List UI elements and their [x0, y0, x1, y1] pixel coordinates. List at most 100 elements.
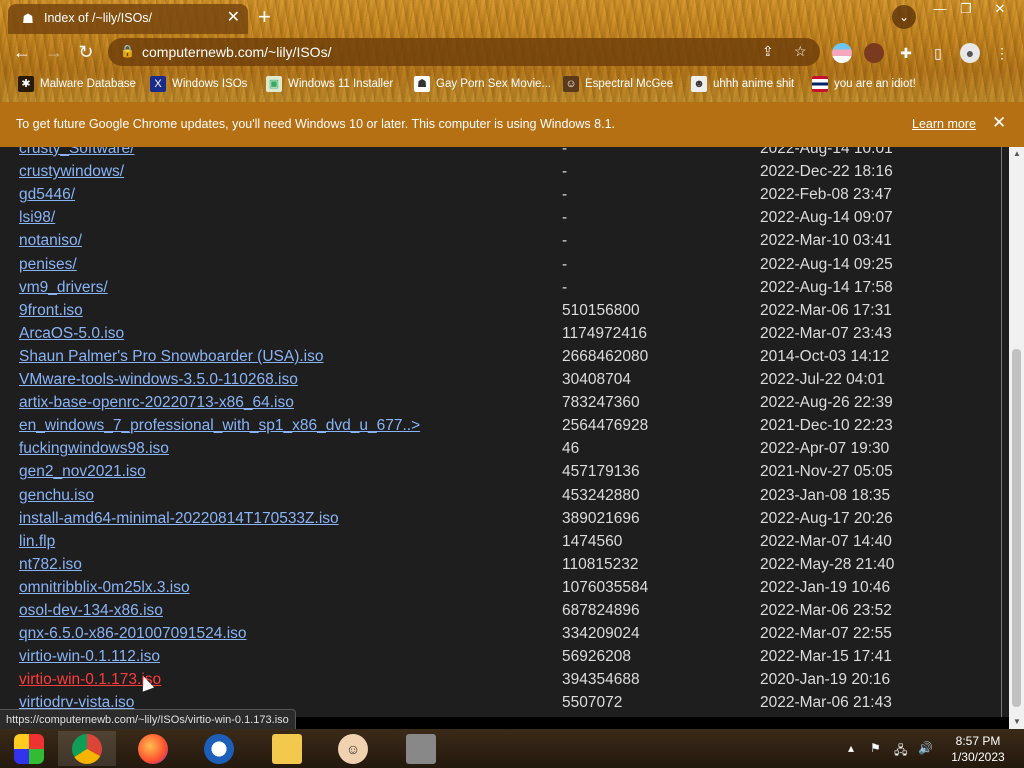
site-icon: ☗: [414, 76, 430, 92]
file-size: 457179136: [562, 463, 640, 481]
bookmark-label: you are an idiot!: [834, 78, 916, 91]
file-size: 2564476928: [562, 417, 649, 435]
share-icon[interactable]: ⇪: [762, 43, 774, 60]
file-link[interactable]: lin.flp: [19, 533, 55, 551]
learn-more-link[interactable]: Learn more: [912, 117, 976, 131]
taskbar-person-app[interactable]: ☺: [324, 731, 382, 766]
flag-icon: [812, 76, 828, 92]
file-link[interactable]: en_windows_7_professional_with_sp1_x86_d…: [19, 417, 420, 435]
directory-listing: crusty_Software/-2022-Aug-14 10:01 crusty…: [0, 147, 1009, 717]
bookmark-label: Windows ISOs: [172, 78, 248, 91]
table-row: notaniso/ - 2022-Mar-10 03:41: [0, 232, 1000, 255]
file-date: 2022-Aug-26 22:39: [760, 394, 893, 412]
side-panel-icon[interactable]: ▯: [928, 43, 948, 63]
lock-icon[interactable]: 🔒: [120, 44, 135, 58]
file-link[interactable]: gd5446/: [19, 186, 75, 204]
bookmark-windows-11-installer[interactable]: ▣ Windows 11 Installer: [266, 76, 393, 92]
active-tab[interactable]: ☗ Index of /~lily/ISOs/ ✕: [8, 4, 248, 34]
restore-button[interactable]: ❐: [951, 0, 981, 18]
vertical-scrollbar[interactable]: ▲ ▼: [1009, 147, 1024, 731]
bookmark-espectral-mcgee[interactable]: ☺ Espectral McGee: [563, 76, 673, 92]
file-link[interactable]: nt782.iso: [19, 556, 82, 574]
bookmark-star-icon[interactable]: ☆: [794, 43, 807, 60]
extensions-puzzle-icon[interactable]: ✚: [896, 43, 916, 63]
file-link[interactable]: qnx-6.5.0-x86-201007091524.iso: [19, 625, 247, 643]
file-link[interactable]: artix-base-openrc-20220713-x86_64.iso: [19, 394, 294, 412]
bookmark-malware-database[interactable]: ✱ Malware Database: [18, 76, 136, 92]
bookmark-anime[interactable]: ☻ uhhh anime shit: [691, 76, 794, 92]
file-date: 2022-Aug-14 10:01: [760, 147, 893, 157]
file-link[interactable]: 9front.iso: [19, 302, 83, 320]
file-size: -: [562, 163, 568, 181]
table-row: qnx-6.5.0-x86-201007091524.iso 334209024 2…: [0, 625, 1000, 648]
file-link[interactable]: crusty_Software/: [19, 147, 134, 158]
new-tab-button[interactable]: +: [258, 6, 271, 28]
file-link[interactable]: lsi98/: [19, 209, 55, 227]
person-icon: ☺: [338, 733, 368, 764]
file-size: 46: [562, 440, 580, 458]
tab-close-icon[interactable]: ✕: [227, 9, 240, 27]
address-url[interactable]: computernewb.com/~lily/ISOs/: [142, 44, 331, 60]
bookmarks-bar: ✱ Malware Database X Windows ISOs ▣ Windows…: [0, 72, 1024, 98]
reload-button[interactable]: ↻: [74, 42, 98, 62]
taskbar-file-explorer[interactable]: [258, 731, 316, 766]
network-icon[interactable]: 🖧: [894, 741, 907, 762]
file-link[interactable]: fuckingwindows98.iso: [19, 440, 169, 458]
table-row: crusty_Software/ - 2022-Aug-14 10:01: [0, 147, 1000, 163]
file-link[interactable]: penises/: [19, 256, 77, 274]
file-date: 2022-Mar-10 03:41: [760, 232, 892, 250]
infobar-message: To get future Google Chrome updates, you…: [16, 117, 615, 131]
file-date: 2022-Jul-22 04:01: [760, 371, 885, 388]
table-row: crustywindows/ - 2022-Dec-22 18:16: [0, 163, 1000, 186]
file-link[interactable]: ArcaOS-5.0.iso: [19, 325, 124, 343]
file-size: -: [562, 186, 568, 204]
taskbar-chrome[interactable]: [58, 731, 116, 766]
taskbar-firefox[interactable]: [124, 731, 182, 766]
file-size: -: [562, 209, 568, 227]
file-size: 389021696: [562, 509, 640, 527]
bookmark-label: Gay Porn Sex Movie...: [436, 78, 552, 91]
table-row: fuckingwindows98.iso 46 2022-Apr-07 19:30: [0, 440, 1000, 463]
tab-search-button[interactable]: ⌄: [892, 5, 916, 29]
file-size: -: [562, 278, 568, 296]
file-date: 2014-Oct-03 14:12: [760, 347, 890, 365]
file-link[interactable]: Shaun Palmer's Pro Snowboarder (USA).iso: [19, 348, 323, 366]
start-button[interactable]: [0, 731, 58, 766]
scroll-up-icon[interactable]: ▲: [1013, 149, 1021, 158]
bookmark-you-are-an-idiot[interactable]: you are an idiot!: [812, 76, 916, 92]
scroll-thumb[interactable]: [1012, 349, 1021, 707]
file-link[interactable]: genchu.iso: [19, 487, 94, 505]
file-link[interactable]: gen2_nov2021.iso: [19, 463, 146, 481]
ant-icon: ✱: [18, 76, 34, 92]
file-link[interactable]: notaniso/: [19, 232, 82, 250]
window-close-button[interactable]: ✕: [985, 0, 1015, 18]
taskbar-obama[interactable]: [190, 731, 248, 766]
file-link[interactable]: osol-dev-134-x86.iso: [19, 602, 163, 620]
system-clock[interactable]: 8:57 PM 1/30/2023: [942, 733, 1014, 765]
bookmark-windows-isos[interactable]: X Windows ISOs: [150, 76, 247, 92]
bookmark-label: uhhh anime shit: [713, 78, 795, 91]
forward-button[interactable]: →: [42, 42, 66, 62]
file-link[interactable]: VMware-tools-windows-3.5.0-110268.iso: [19, 371, 298, 389]
extension-avatar-icon[interactable]: [864, 43, 884, 63]
back-button[interactable]: ←: [10, 42, 34, 62]
file-link[interactable]: omnitribblix-0m25lx.3.iso: [19, 579, 190, 597]
bookmark-site[interactable]: ☗ Gay Porn Sex Movie...: [414, 76, 551, 92]
scroll-down-icon[interactable]: ▼: [1013, 717, 1021, 726]
address-bar[interactable]: 🔒 computernewb.com/~lily/ISOs/ ⇪ ☆: [108, 38, 820, 66]
table-row: artix-base-openrc-20220713-x86_64.iso 783…: [0, 394, 1000, 417]
file-size: 2668462080: [562, 347, 649, 365]
tray-overflow-icon[interactable]: ▴: [848, 741, 854, 755]
file-link[interactable]: vm9_drivers/: [19, 279, 108, 297]
infobar-close-icon[interactable]: ✕: [992, 113, 1006, 133]
file-link[interactable]: virtio-win-0.1.112.iso: [19, 648, 160, 666]
action-center-flag-icon[interactable]: ⚑: [870, 741, 881, 755]
file-link[interactable]: crustywindows/: [19, 163, 124, 181]
profile-icon[interactable]: ●: [960, 43, 980, 63]
taskbar-chest-app[interactable]: [392, 731, 450, 766]
table-row: osol-dev-134-x86.iso 687824896 2022-Mar-06…: [0, 602, 1000, 625]
menu-kebab-icon[interactable]: ⋮: [992, 43, 1012, 63]
extension-flag-icon[interactable]: [832, 43, 852, 63]
file-link[interactable]: install-amd64-minimal-20220814T170533Z.i…: [19, 510, 339, 528]
volume-icon[interactable]: 🔊: [918, 741, 933, 755]
